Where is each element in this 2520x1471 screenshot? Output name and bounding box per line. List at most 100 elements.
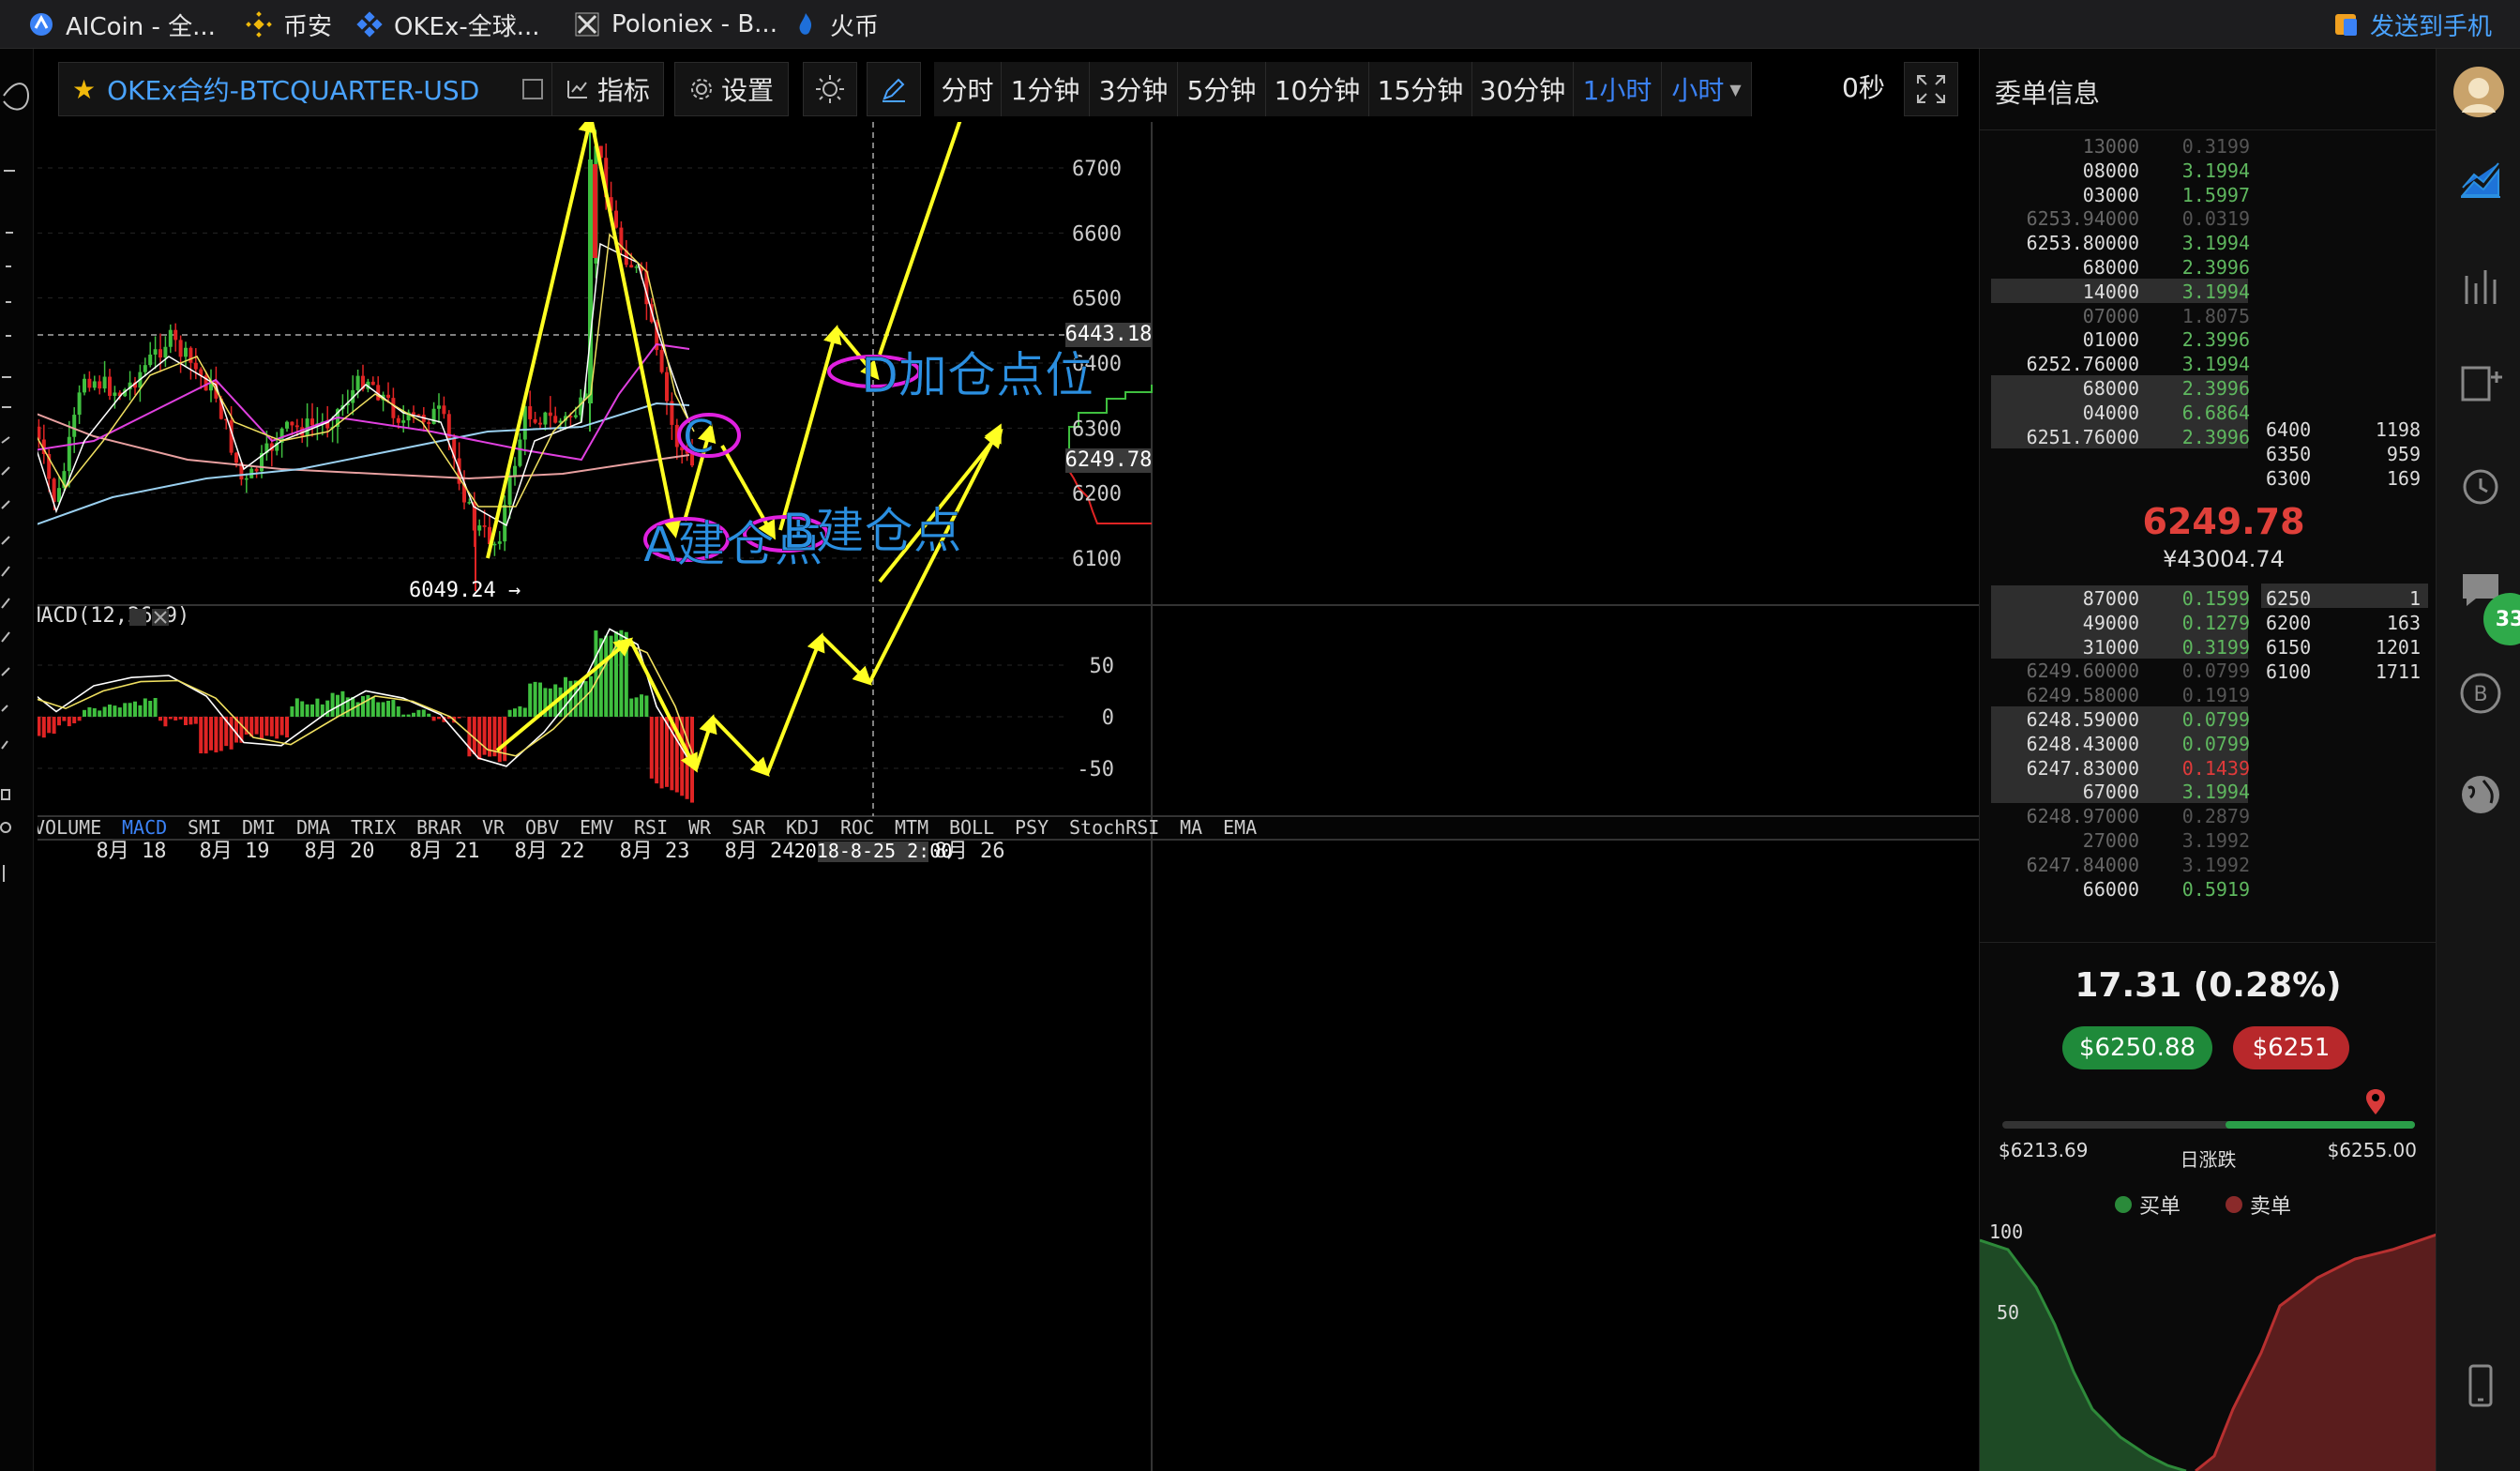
indicator-tab-smi[interactable]: SMI bbox=[188, 816, 221, 839]
depth-sell-area bbox=[2196, 1235, 2437, 1471]
aicoin-icon bbox=[30, 13, 53, 36]
tf-1m[interactable]: 1分钟 bbox=[1002, 62, 1090, 116]
candle-body bbox=[497, 541, 502, 544]
tf-1h[interactable]: 1小时 bbox=[1574, 62, 1662, 116]
macd-bar bbox=[168, 717, 173, 720]
chart-toolbar: ★ OKEx合约-BTCQUARTER-USD 指标 设置 分时 1分钟 3分钟… bbox=[41, 54, 1964, 122]
indicator-tab-sar[interactable]: SAR bbox=[732, 816, 766, 839]
send-to-phone-button[interactable]: 发送到手机 bbox=[2332, 6, 2492, 43]
bookmark-binance[interactable]: 币安 bbox=[246, 8, 332, 41]
arrow-tool-icon bbox=[1, 536, 10, 545]
macd-bar bbox=[128, 703, 132, 717]
indicator-tab-ma[interactable]: MA bbox=[1180, 816, 1202, 839]
indicator-tab-brar[interactable]: BRAR bbox=[416, 816, 462, 839]
candle-body bbox=[553, 416, 558, 423]
chart-line-icon[interactable] bbox=[2457, 154, 2504, 201]
bid-summary-amount: 1201 bbox=[2375, 636, 2421, 659]
bookmark-huobi[interactable]: 火币 bbox=[792, 8, 879, 41]
indicator-tab-psy[interactable]: PSY bbox=[1015, 816, 1049, 839]
indicator-tab-dmi[interactable]: DMI bbox=[242, 816, 276, 839]
candle-body bbox=[492, 543, 497, 546]
macd-bar bbox=[381, 702, 385, 717]
indicator-tab-ema[interactable]: EMA bbox=[1223, 816, 1257, 839]
sell-price-button[interactable]: $6251 bbox=[2233, 1026, 2349, 1069]
candlestick-chart[interactable]: 6700660065006400630062006100500-506443.1… bbox=[38, 122, 1979, 1471]
bid-amount: 0.1919 bbox=[2181, 684, 2250, 707]
buy-price-button[interactable]: $6250.88 bbox=[2062, 1026, 2212, 1069]
tf-5m[interactable]: 5分钟 bbox=[1178, 62, 1266, 116]
bitcoin-icon[interactable]: B bbox=[2457, 670, 2504, 717]
alarm-clock-icon[interactable] bbox=[2457, 462, 2504, 508]
symbol-selector[interactable]: ★ OKEx合约-BTCQUARTER-USD bbox=[58, 62, 561, 116]
macd-bar bbox=[589, 675, 593, 717]
candles-icon[interactable] bbox=[2457, 263, 2504, 310]
theme-toggle-button[interactable] bbox=[803, 62, 857, 116]
indicator-tab-stochrsi[interactable]: StochRSI bbox=[1069, 816, 1159, 839]
low-price-label: 6049.24 → bbox=[409, 579, 521, 602]
indicator-tab-trix[interactable]: TRIX bbox=[351, 816, 396, 839]
macd-bar bbox=[184, 717, 188, 725]
binance-icon bbox=[246, 11, 272, 38]
indicator-tab-mtm[interactable]: MTM bbox=[895, 816, 928, 839]
send-to-phone-label: 发送到手机 bbox=[2369, 12, 2492, 41]
daily-change: 17.31 (0.28%) bbox=[2075, 966, 2342, 1005]
time-tick: 8月 19 bbox=[200, 840, 270, 863]
settings-button[interactable]: 设置 bbox=[674, 62, 789, 116]
bookmark-aicoin[interactable]: AICoin - 全... bbox=[28, 8, 216, 41]
candle-body bbox=[143, 365, 147, 372]
indicator-tab-dma[interactable]: DMA bbox=[296, 816, 330, 839]
bid-amount: 3.1992 bbox=[2181, 829, 2250, 852]
bookmark-okex[interactable]: OKEx-全球... bbox=[356, 8, 540, 41]
tf-more-dropdown[interactable]: 小时 ▼ bbox=[1662, 62, 1752, 116]
add-window-icon[interactable] bbox=[2457, 358, 2504, 405]
ask-row: 08000 3.1994 bbox=[1980, 159, 2261, 182]
ask-amount: 0.3199 bbox=[2181, 135, 2250, 158]
mobile-phone-icon[interactable] bbox=[2457, 1362, 2504, 1409]
depth-chart[interactable]: 100 50 bbox=[1980, 1184, 2437, 1471]
indicator-tab-macd[interactable]: MACD bbox=[122, 816, 167, 839]
star-icon[interactable]: ★ bbox=[72, 74, 96, 105]
bid-summary-amount: 163 bbox=[2386, 612, 2421, 634]
tf-10m[interactable]: 10分钟 bbox=[1266, 62, 1369, 116]
candle-body bbox=[98, 381, 102, 389]
indicators-button[interactable]: 指标 bbox=[551, 62, 664, 116]
bid-price: 6247.84000 bbox=[2026, 853, 2139, 876]
candle-body bbox=[72, 415, 77, 437]
indicator-tab-roc[interactable]: ROC bbox=[840, 816, 874, 839]
indicator-tab-volume[interactable]: VOLUME bbox=[38, 816, 101, 839]
tf-30m[interactable]: 30分钟 bbox=[1472, 62, 1574, 116]
candle-body bbox=[38, 426, 41, 440]
macd-bar bbox=[310, 704, 314, 717]
tf-3m[interactable]: 3分钟 bbox=[1090, 62, 1178, 116]
indicator-tab-obv[interactable]: OBV bbox=[525, 816, 559, 839]
macd-bar bbox=[148, 701, 153, 717]
bookmark-poloniex[interactable]: Poloniex - B... bbox=[574, 8, 777, 41]
drawing-tools-icons bbox=[0, 83, 30, 882]
indicator-tab-boll[interactable]: BOLL bbox=[949, 816, 994, 839]
indicator-tab-rsi[interactable]: RSI bbox=[634, 816, 668, 839]
macd-bar bbox=[143, 698, 147, 717]
macd-bar bbox=[219, 717, 223, 751]
candle-body bbox=[538, 422, 542, 425]
bid-summary-price: 6100 bbox=[2266, 660, 2312, 683]
ask-row: 68000 2.3996 bbox=[1980, 256, 2261, 279]
ask-row: 6253.80000 3.1994 bbox=[1980, 232, 2261, 254]
avatar[interactable] bbox=[2452, 66, 2505, 118]
macd-bar bbox=[472, 717, 476, 755]
tf-fenshi[interactable]: 分时 bbox=[934, 62, 1002, 116]
send-to-phone-icon bbox=[2334, 14, 2357, 36]
popout-icon[interactable] bbox=[522, 79, 543, 99]
settings-label: 设置 bbox=[720, 75, 774, 106]
candle-body bbox=[234, 452, 238, 463]
globe-icon[interactable] bbox=[2457, 771, 2504, 818]
indicator-tab-kdj[interactable]: KDJ bbox=[786, 816, 820, 839]
indicator-tab-emv[interactable]: EMV bbox=[580, 816, 613, 839]
chart-area[interactable]: 6700 6600 6500 6400 6300 6200 6100 50 0 -50 6443.1… bbox=[38, 122, 1979, 1471]
candle-body bbox=[254, 468, 259, 472]
macd-bar bbox=[294, 698, 299, 717]
draw-button[interactable] bbox=[867, 62, 921, 116]
fullscreen-button[interactable] bbox=[1904, 62, 1958, 116]
indicator-tab-wr[interactable]: WR bbox=[688, 816, 712, 839]
tf-15m[interactable]: 15分钟 bbox=[1369, 62, 1472, 116]
indicator-tab-vr[interactable]: VR bbox=[482, 816, 506, 839]
